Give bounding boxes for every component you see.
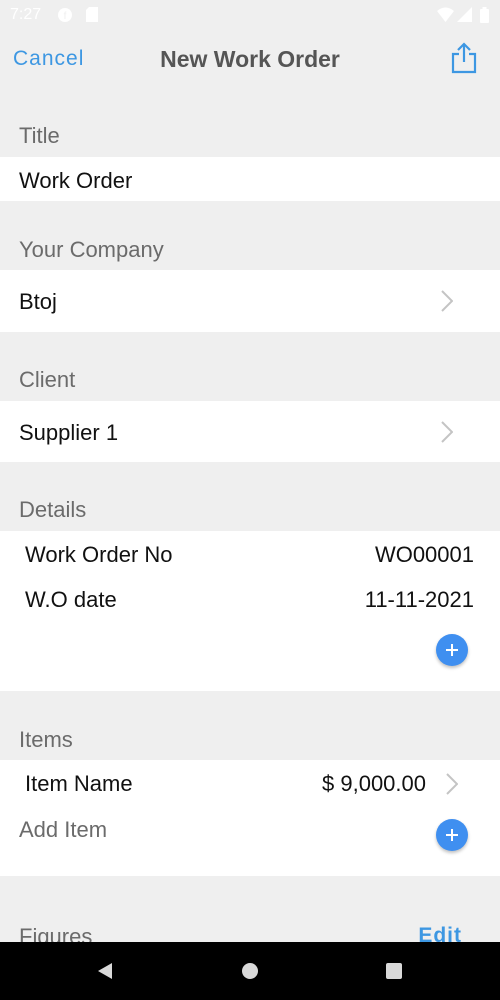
client-row[interactable]: Supplier 1 bbox=[0, 401, 500, 462]
wo-date-label: W.O date bbox=[25, 587, 117, 612]
company-row[interactable]: Btoj bbox=[0, 270, 500, 332]
status-time: 7:27 bbox=[10, 6, 42, 23]
chevron-right-icon bbox=[441, 421, 454, 448]
item-name-label[interactable]: Item Name bbox=[25, 771, 133, 797]
add-item-label[interactable]: Add Item bbox=[19, 817, 107, 843]
status-bar: 7:27 f bbox=[0, 0, 500, 30]
add-item-button[interactable] bbox=[436, 819, 468, 851]
details-section-header: Details bbox=[19, 497, 87, 522]
company-value: Btoj bbox=[19, 289, 57, 314]
item-amount: $ 9,000.00 bbox=[322, 771, 426, 796]
share-icon[interactable] bbox=[450, 42, 478, 79]
svg-text:f: f bbox=[64, 11, 67, 22]
page-title: New Work Order bbox=[160, 46, 340, 72]
battery-icon bbox=[480, 7, 489, 28]
work-order-no-value[interactable]: WO00001 bbox=[375, 542, 474, 568]
title-section-header: Title bbox=[19, 123, 60, 148]
signal-icon bbox=[457, 7, 472, 27]
add-detail-button[interactable] bbox=[436, 634, 468, 666]
system-navigation-bar bbox=[0, 942, 500, 1000]
client-section-header: Client bbox=[19, 367, 76, 392]
navigation-bar: Cancel New Work Order bbox=[0, 30, 500, 90]
back-icon[interactable] bbox=[96, 962, 114, 985]
home-icon[interactable] bbox=[241, 962, 259, 985]
app-notification-icon: f bbox=[57, 7, 73, 28]
client-value: Supplier 1 bbox=[19, 420, 119, 445]
items-section-header: Items bbox=[19, 727, 73, 752]
chevron-right-icon bbox=[446, 773, 459, 800]
items-card: Item Name $ 9,000.00 Add Item bbox=[0, 760, 500, 876]
work-order-no-label: Work Order No bbox=[25, 542, 173, 567]
chevron-right-icon bbox=[441, 290, 454, 317]
wifi-icon bbox=[437, 7, 454, 27]
title-value: Work Order bbox=[19, 168, 133, 193]
company-section-header: Your Company bbox=[19, 237, 164, 262]
sd-card-icon bbox=[86, 7, 98, 27]
title-field[interactable]: Work Order bbox=[0, 157, 500, 201]
wo-date-value[interactable]: 11-11-2021 bbox=[365, 587, 474, 613]
recents-icon[interactable] bbox=[385, 962, 403, 985]
details-card: Work Order No WO00001 W.O date 11-11-202… bbox=[0, 531, 500, 691]
